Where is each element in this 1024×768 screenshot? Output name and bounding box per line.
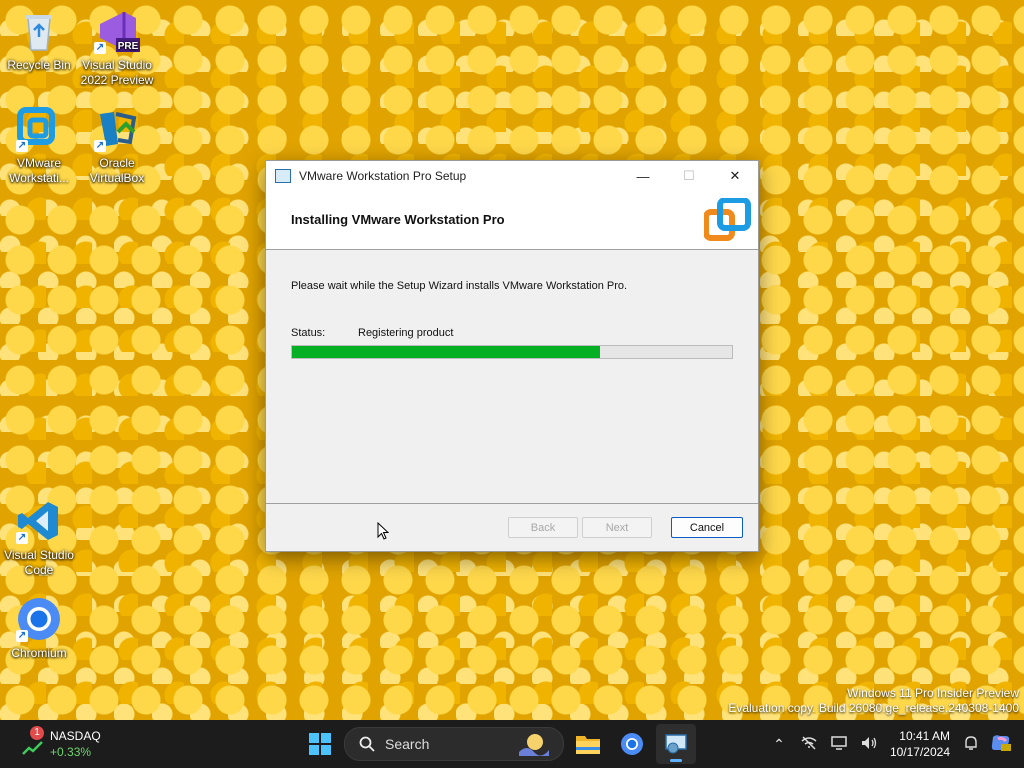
- chevron-up-icon[interactable]: ⌃: [764, 736, 794, 753]
- copilot-icon[interactable]: [986, 733, 1016, 756]
- back-button[interactable]: Back: [508, 517, 578, 538]
- shortcut-arrow-icon: ↗: [94, 42, 106, 54]
- desktop-icon-label: Visual Studio 2022 Preview: [80, 58, 154, 87]
- dialog-header: Installing VMware Workstation Pro: [266, 191, 758, 250]
- dialog-title: VMware Workstation Pro Setup: [299, 169, 467, 183]
- taskbar: 1 NASDAQ +0.33% Search ⌃ 10:41 AM 10/17/…: [0, 720, 1024, 768]
- status-value: Registering product: [358, 327, 454, 339]
- setup-dialog: VMware Workstation Pro Setup — ☐ ✕ Insta…: [265, 160, 759, 552]
- clock-date: 10/17/2024: [889, 745, 950, 759]
- setup-installer-icon: [665, 734, 687, 754]
- watermark-line-1: Windows 11 Pro Insider Preview: [847, 686, 1019, 700]
- pre-badge: PRE: [118, 41, 139, 52]
- recycle-bin-icon: [16, 8, 62, 54]
- windows-watermark: Windows 11 Pro Insider Preview Evaluatio…: [728, 686, 1019, 716]
- virtualbox-icon: ↗: [94, 106, 140, 152]
- desktop-icon-label: Recycle Bin: [7, 58, 71, 72]
- watermark-line-2: Evaluation copy. Build 26080.ge_release.…: [728, 701, 1019, 715]
- visual-studio-preview-icon: PRE ↗: [94, 8, 140, 54]
- taskbar-clock[interactable]: 10:41 AM 10/17/2024: [884, 728, 950, 760]
- chromium-icon: ↗: [16, 596, 62, 642]
- file-explorer-button[interactable]: [568, 724, 608, 764]
- minimize-button[interactable]: —: [620, 161, 666, 191]
- shortcut-arrow-icon: ↗: [16, 140, 28, 152]
- vmware-icon: ↗: [16, 106, 62, 152]
- vscode-icon: ↗: [16, 498, 62, 544]
- volume-icon[interactable]: [854, 736, 884, 753]
- system-tray: ⌃ 10:41 AM 10/17/2024: [764, 720, 1024, 768]
- shortcut-arrow-icon: ↗: [94, 140, 106, 152]
- search-highlight-icon: [519, 734, 549, 756]
- search-icon: [359, 736, 375, 752]
- search-placeholder: Search: [385, 736, 430, 752]
- display-icon[interactable]: [824, 735, 854, 753]
- intro-text: Please wait while the Setup Wizard insta…: [291, 280, 628, 292]
- next-button[interactable]: Next: [582, 517, 652, 538]
- vmware-setup-taskbar-button[interactable]: [656, 724, 696, 764]
- desktop-icon-virtualbox[interactable]: ↗ Oracle VirtualBox: [79, 106, 155, 186]
- folder-icon: [576, 736, 600, 754]
- clock-time: 10:41 AM: [899, 729, 950, 743]
- active-indicator: [670, 759, 682, 762]
- stock-name: NASDAQ: [50, 729, 101, 743]
- desktop-icon-vscode[interactable]: ↗ Visual Studio Code: [1, 498, 77, 578]
- start-button[interactable]: [300, 724, 340, 764]
- desktop-icon-recycle-bin[interactable]: Recycle Bin: [1, 8, 77, 73]
- network-off-icon[interactable]: [794, 735, 824, 753]
- dialog-titlebar[interactable]: VMware Workstation Pro Setup — ☐ ✕: [266, 161, 758, 191]
- desktop-icon-chromium[interactable]: ↗ Chromium: [1, 596, 77, 661]
- chromium-taskbar-button[interactable]: [612, 724, 652, 764]
- cancel-button[interactable]: Cancel: [671, 517, 743, 538]
- notification-bell-icon[interactable]: [956, 735, 986, 754]
- install-progress-bar: [291, 345, 733, 359]
- maximize-button: ☐: [683, 168, 695, 183]
- desktop-icon-label: Visual Studio Code: [4, 548, 74, 577]
- taskbar-search[interactable]: Search: [344, 727, 564, 761]
- footer-divider: [266, 503, 758, 504]
- desktop-icon-label: Oracle VirtualBox: [89, 156, 145, 185]
- windows-logo-icon: [309, 733, 331, 755]
- stock-change: +0.33%: [50, 745, 92, 759]
- mouse-cursor-icon: [377, 522, 389, 540]
- status-label: Status:: [291, 327, 326, 339]
- vmware-logo-icon: [704, 198, 751, 241]
- desktop-icon-vmware[interactable]: ↗ VMware Workstati...: [1, 106, 77, 186]
- shortcut-arrow-icon: ↗: [16, 630, 28, 642]
- status-row: Status: Registering product: [291, 327, 733, 339]
- shortcut-arrow-icon: ↗: [16, 532, 28, 544]
- notification-badge: 1: [30, 726, 44, 740]
- close-button[interactable]: ✕: [712, 161, 758, 191]
- desktop-icon-label: VMware Workstati...: [9, 156, 69, 185]
- stock-chart-icon: [22, 741, 43, 755]
- desktop-icon-visual-studio-preview[interactable]: PRE ↗ Visual Studio 2022 Preview: [79, 8, 155, 88]
- desktop-icon-label: Chromium: [11, 646, 67, 660]
- chromium-icon: [621, 733, 643, 755]
- setup-app-icon: [275, 169, 291, 183]
- install-heading: Installing VMware Workstation Pro: [291, 212, 505, 227]
- progress-fill: [292, 346, 600, 358]
